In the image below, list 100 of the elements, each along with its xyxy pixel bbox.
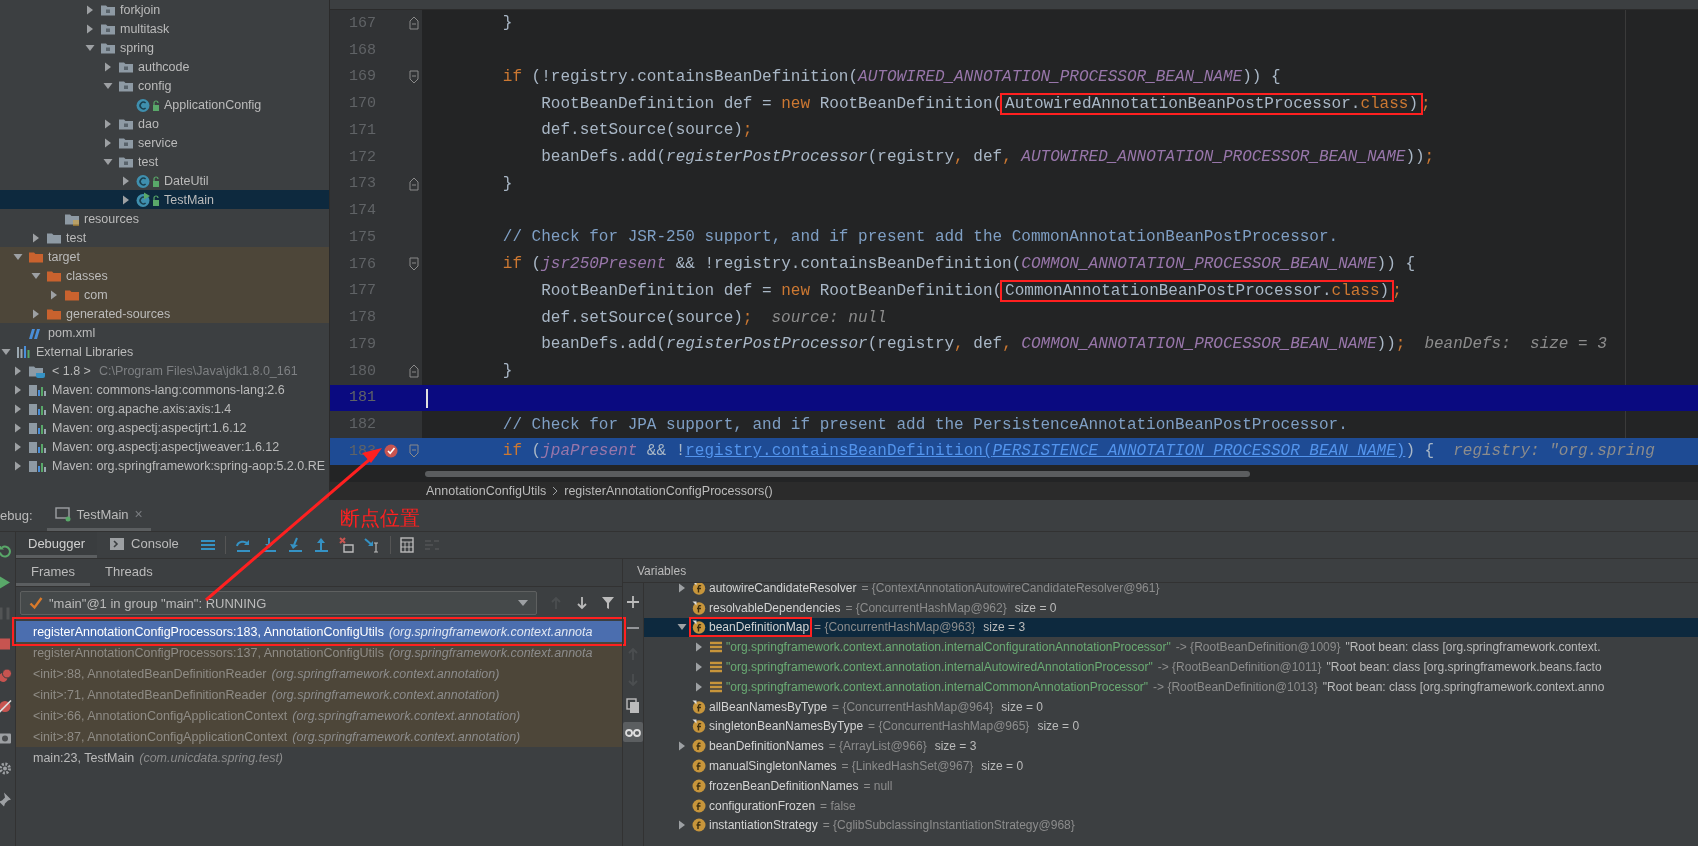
collection-size: size = 0	[1014, 600, 1057, 615]
arrow-down-icon[interactable]	[575, 595, 589, 611]
duplicate-icon[interactable]	[624, 696, 642, 716]
tree-item[interactable]: forkjoin	[0, 0, 329, 19]
tree-item[interactable]: dao	[0, 114, 329, 133]
variable-name: frozenBeanDefinitionNames	[709, 778, 859, 793]
variable-row[interactable]: resolvableDependencies = {ConcurrentHashMap@962} size = 0	[644, 597, 1698, 618]
breadcrumb[interactable]: AnnotationConfigUtils	[426, 483, 547, 498]
tree-item[interactable]: Maven: org.springframework:spring-aop:5.2.0.RE	[0, 456, 329, 475]
list-icon[interactable]	[198, 537, 217, 553]
tree-item[interactable]: spring	[0, 38, 329, 57]
tree-item[interactable]: Maven: org.aspectj:aspectjweaver:1.6.12	[0, 437, 329, 456]
variable-name: beanDefinitionMap	[709, 620, 810, 635]
fold-marker-icon[interactable]	[409, 257, 419, 272]
collection-size: size = 3	[983, 620, 1026, 635]
inline-debug-value: registry: "org.spring	[1453, 442, 1655, 461]
fold-marker-icon[interactable]	[409, 69, 419, 84]
frame-package: (org.springframework.context.annotation)	[271, 687, 500, 702]
tree-item[interactable]: config	[0, 76, 329, 95]
tree-item[interactable]: TestMain	[0, 190, 329, 209]
tree-item[interactable]: External Libraries	[0, 342, 329, 361]
collection-size: size = 0	[981, 759, 1024, 774]
tree-item[interactable]: < 1.8 > C:\Program Files\Java\jdk1.8.0_161	[0, 361, 329, 380]
panel-title: ebug:	[0, 508, 33, 523]
collection-size: size = 0	[1037, 719, 1080, 734]
resume-icon[interactable]	[0, 574, 12, 591]
breakpoint-icon[interactable]	[383, 443, 399, 460]
fold-marker-icon[interactable]	[409, 16, 419, 31]
fold-marker-icon[interactable]	[409, 444, 419, 459]
final-field-icon	[692, 699, 706, 714]
filter-icon[interactable]	[601, 595, 615, 611]
breakpoints-icon[interactable]	[0, 667, 12, 684]
tree-item[interactable]: classes	[0, 266, 329, 285]
tree-item[interactable]: Maven: commons-lang:commons-lang:2.6	[0, 380, 329, 399]
tree-item[interactable]: com	[0, 285, 329, 304]
settings-icon[interactable]	[0, 760, 12, 777]
variable-row[interactable]: singletonBeanNamesByType = {ConcurrentHashMap@965} size = 0	[644, 716, 1698, 737]
field-icon	[692, 739, 706, 754]
fold-marker-icon[interactable]	[409, 364, 419, 379]
tree-item[interactable]: generated-sources	[0, 304, 329, 323]
variable-value: = null	[863, 778, 893, 793]
variable-value: = {ConcurrentHashMap@965}	[868, 719, 1030, 734]
variable-name: configurationFrozen	[709, 798, 816, 813]
tree-item[interactable]: test	[0, 152, 329, 171]
variable-row[interactable]: beanDefinitionMap = {ConcurrentHashMap@963} size = 3	[644, 617, 1698, 638]
variable-row[interactable]: "org.springframework.context.annotation.internalCommonAnnotationProcessor" -> {RootBeanDefinition@1013} "Root bean: class [org.springframework.context.anno	[644, 677, 1698, 697]
variable-row[interactable]: configurationFrozen = false	[644, 795, 1698, 816]
breadcrumb[interactable]: registerAnnotationConfigProcessors()	[564, 483, 773, 498]
rerun-icon[interactable]	[0, 543, 12, 560]
variable-row[interactable]: autowireCandidateResolver = {ContextAnnotationAutowireCandidateResolver@961}	[644, 583, 1698, 598]
tree-item[interactable]: Maven: org.apache.axis:axis:1.4	[0, 399, 329, 418]
stack-frame[interactable]: main:23, TestMain (com.unicdata.spring.test)	[16, 747, 622, 768]
mute-breakpoints-icon[interactable]	[0, 698, 12, 715]
tab[interactable]: Frames	[16, 559, 91, 586]
tree-item[interactable]: service	[0, 133, 329, 152]
tree-item[interactable]: ApplicationConfig	[0, 95, 329, 114]
variable-row[interactable]: beanDefinitionNames = {ArrayList@966} size = 3	[644, 736, 1698, 757]
tree-item[interactable]: target	[0, 247, 329, 266]
variable-name: instantiationStrategy	[709, 818, 818, 833]
variable-value: = {ConcurrentHashMap@963}	[814, 620, 976, 635]
thread-selector[interactable]: "main"@1 in group "main": RUNNING	[20, 591, 537, 615]
variable-name: "org.springframework.context.annotation.internalAutowiredAnnotationProcessor"	[726, 660, 1153, 675]
frame-package: (org.springframework.context.annotation)	[292, 729, 521, 744]
horizontal-scrollbar[interactable]	[425, 470, 1250, 477]
glasses-icon[interactable]	[623, 722, 643, 742]
fold-marker-icon[interactable]	[409, 176, 419, 191]
variable-row[interactable]: allBeanNamesByType = {ConcurrentHashMap@964} size = 0	[644, 696, 1698, 717]
calculator-icon[interactable]	[398, 537, 415, 553]
sdk-path: C:\Program Files\Java\jdk1.8.0_161	[98, 363, 298, 378]
variable-row[interactable]: frozenBeanDefinitionNames = null	[644, 775, 1698, 796]
variable-row[interactable]: "org.springframework.context.annotation.internalAutowiredAnnotationProcessor" -> {RootBeanDefinition@1011} "Root bean: class [org.springframework.beans.facto	[644, 657, 1698, 677]
pin-icon[interactable]	[0, 791, 12, 808]
tree-item[interactable]: multitask	[0, 19, 329, 38]
variable-name: resolvableDependencies	[709, 600, 841, 615]
tree-item[interactable]: pom.xml	[0, 323, 329, 342]
variable-name: beanDefinitionNames	[709, 739, 824, 754]
class-icon	[136, 96, 160, 113]
tree-item[interactable]: Maven: org.aspectj:aspectjrt:1.6.12	[0, 418, 329, 437]
tab[interactable]: Threads	[90, 559, 168, 586]
tree-item[interactable]: test	[0, 228, 329, 247]
variable-name: "org.springframework.context.annotation.internalConfigurationAnnotationProcessor"	[726, 640, 1171, 655]
tree-item[interactable]: DateUtil	[0, 171, 329, 190]
tab[interactable]: Console	[97, 532, 191, 558]
code-line: RootBeanDefinition def = new RootBeanDefinition( AutowiredAnnotationBeanPostProcessor.class) ;	[540, 94, 1431, 113]
inline-debug-value: beanDefs: size = 3	[1424, 335, 1607, 354]
chevron-icon	[552, 485, 559, 496]
variable-value: = {ConcurrentHashMap@962}	[845, 600, 1007, 615]
frame-package: (org.springframework.context.annotation)	[271, 666, 500, 681]
panel-title: Variables	[623, 559, 1698, 583]
collection-size: size = 3	[934, 739, 977, 754]
tree-item[interactable]: authcode	[0, 57, 329, 76]
variable-row[interactable]: instantiationStrategy = {CglibSubclassingInstantiationStrategy@968}	[644, 815, 1698, 836]
variable-row[interactable]: manualSingletonNames = {LinkedHashSet@967} size = 0	[644, 756, 1698, 776]
frame-package: (org.springframework.context.annota	[388, 645, 593, 660]
variable-row[interactable]: "org.springframework.context.annotation.internalConfigurationAnnotationProcessor" -> {RootBeanDefinition@1009} "Root bean: class [org.springframework.context.	[644, 637, 1698, 658]
variable-name: allBeanNamesByType	[709, 699, 828, 714]
tree-item[interactable]: resources	[0, 209, 329, 228]
stop-icon[interactable]	[0, 636, 12, 653]
drop-frame-icon[interactable]	[337, 537, 356, 553]
variable-value: = {CglibSubclassingInstantiationStrategy@968}	[822, 818, 1075, 833]
